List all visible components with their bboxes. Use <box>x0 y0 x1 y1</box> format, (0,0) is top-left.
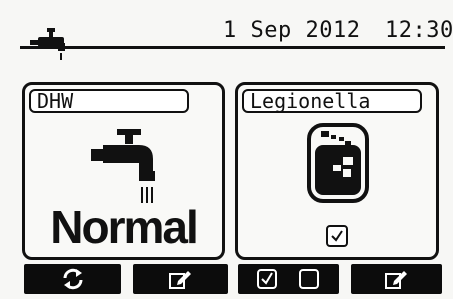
legionella-panel[interactable]: Legionella <box>235 82 439 260</box>
dhw-panel[interactable]: DHW Normal <box>22 82 225 260</box>
time-display: 12:30 <box>385 18 453 43</box>
status-bar: 1 Sep 2012 12:30 <box>0 0 453 66</box>
date-display: 1 Sep 2012 <box>223 18 361 43</box>
legionella-enabled-checkbox[interactable] <box>326 225 348 247</box>
legionella-label: Legionella <box>242 89 422 113</box>
edit-icon <box>169 271 191 289</box>
refresh-icon <box>63 268 83 290</box>
controller-screen: 1 Sep 2012 12:30 DHW Normal Legionella <box>0 0 453 299</box>
edit-icon <box>385 271 407 289</box>
tank-icon <box>307 123 369 203</box>
checkmark-icon <box>331 230 343 242</box>
f1-refresh-button[interactable] <box>24 264 121 294</box>
dhw-label: DHW <box>29 89 189 113</box>
dhw-mode-value: Normal <box>50 201 198 253</box>
checkbox-toggle-icon <box>257 269 319 289</box>
f2-edit-button[interactable] <box>133 264 228 294</box>
f3-toggle-button[interactable] <box>238 264 339 294</box>
status-divider <box>20 46 445 49</box>
water-tap-icon <box>91 129 155 203</box>
f4-edit-button[interactable] <box>351 264 442 294</box>
